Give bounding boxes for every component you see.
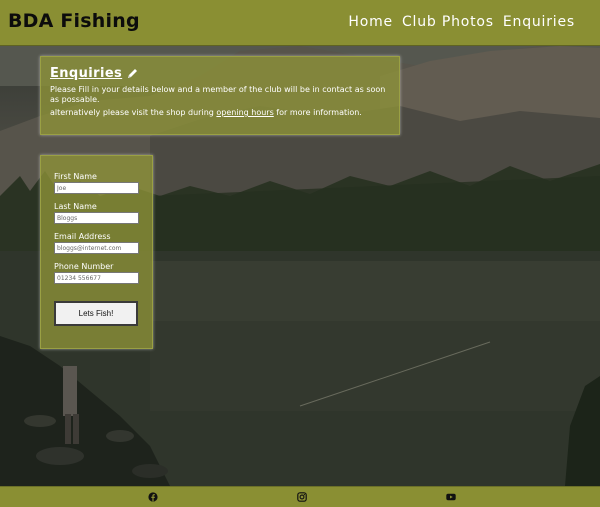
enquiry-form: First Name Last Name Email Address Phone… <box>40 155 153 349</box>
enquiries-title: Enquiries <box>50 66 123 81</box>
alt-text-prefix: alternatively please visit the shop duri… <box>50 108 217 117</box>
lets-fish-submit-button[interactable]: Lets Fish! <box>54 301 138 326</box>
nav-club-photos[interactable]: Club Photos <box>402 14 494 30</box>
nav-home[interactable]: Home <box>348 14 393 30</box>
first-name-field: First Name <box>54 172 152 194</box>
alt-text-suffix: for more information. <box>273 108 362 117</box>
phone-input[interactable] <box>54 272 139 284</box>
site-logo[interactable]: BDA Fishing <box>8 10 140 32</box>
enquiries-intro-text: Please Fill in your details below and a … <box>50 85 386 104</box>
last-name-input[interactable] <box>54 212 139 224</box>
phone-label: Phone Number <box>54 262 114 271</box>
enquiries-info-panel: Enquiries Please Fill in your details be… <box>40 56 400 135</box>
site-header: BDA Fishing Home Club Photos Enquiries <box>0 0 600 46</box>
enquiries-heading: Enquiries <box>50 66 390 81</box>
enquiries-alt-text: alternatively please visit the shop duri… <box>50 108 390 118</box>
youtube-icon[interactable] <box>446 492 456 502</box>
facebook-icon[interactable] <box>148 492 158 502</box>
last-name-field: Last Name <box>54 202 152 224</box>
phone-field: Phone Number <box>54 262 152 284</box>
pencil-icon <box>128 69 138 78</box>
email-input[interactable] <box>54 242 139 254</box>
nav-enquiries[interactable]: Enquiries <box>503 14 575 30</box>
site-footer <box>0 486 600 507</box>
opening-hours-link[interactable]: opening hours <box>216 108 273 117</box>
last-name-label: Last Name <box>54 202 97 211</box>
email-field: Email Address <box>54 232 152 254</box>
first-name-label: First Name <box>54 172 97 181</box>
instagram-icon[interactable] <box>297 492 307 502</box>
first-name-input[interactable] <box>54 182 139 194</box>
email-label: Email Address <box>54 232 111 241</box>
main-nav: Home Club Photos Enquiries <box>348 14 575 30</box>
